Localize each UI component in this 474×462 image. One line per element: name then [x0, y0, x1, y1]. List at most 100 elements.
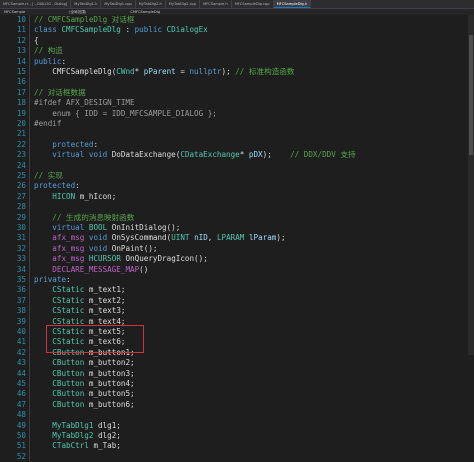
code-line[interactable]: 11 class CMFCSampleDlg : public CDialogEx: [0, 25, 474, 36]
code-token: CButton: [52, 379, 85, 388]
code-line[interactable]: 12 {: [0, 35, 474, 47]
file-tab[interactable]: MyTabDlg2.h: [136, 0, 166, 8]
code-token: private: [34, 275, 67, 284]
code-line[interactable]: 47 CButton m_button6;: [0, 399, 474, 411]
code-line[interactable]: 37 CStatic m_text2;: [0, 295, 474, 307]
code-token: CButton: [52, 389, 85, 399]
code-token: :: [61, 56, 67, 66]
highlight-box: [46, 325, 144, 353]
code-token: // DDX/DDV 支持: [290, 150, 356, 160]
code-token: public: [134, 25, 167, 35]
code-token: CButton: [52, 368, 85, 378]
code-line[interactable]: 52: [0, 451, 474, 462]
line-number: 34: [16, 264, 26, 274]
code-line[interactable]: 21: [0, 129, 474, 140]
code-line[interactable]: 43 CButton m_button2;: [0, 358, 474, 369]
fold-guide: [29, 451, 30, 462]
code-line[interactable]: 15 CMFCSampleDlg(CWnd* pParent = nullptr…: [0, 67, 474, 78]
file-tab[interactable]: MyTabDlg1.cpp: [101, 0, 136, 8]
code-line[interactable]: 19 enum { IDD = IDD_MFCSAMPLE_DIALOG };: [0, 108, 474, 119]
code-line[interactable]: 22 protected:: [0, 139, 474, 151]
code-token: CMFCSampleDlg(: [34, 67, 117, 76]
code-line[interactable]: 32 afx_msg void OnPaint();: [0, 243, 474, 255]
code-text: CButton m_button2;: [34, 358, 134, 368]
file-tab[interactable]: MyTabDlg1.h: [71, 0, 102, 8]
code-line[interactable]: 26 protected:: [0, 181, 474, 192]
scrollbar-thumb[interactable]: [469, 35, 473, 155]
code-text: CButton m_button3;: [34, 368, 134, 379]
code-token: CButton: [52, 399, 85, 409]
line-number: 43: [16, 358, 26, 368]
code-text: virtual BOOL OnInitDialog();: [34, 223, 180, 233]
code-line[interactable]: 38 CStatic m_text3;: [0, 306, 474, 317]
code-line[interactable]: 50 MyTabDlg2 dlg2;: [0, 431, 474, 442]
fold-guide: [29, 295, 30, 307]
code-text: // CMFCSampleDlg 对话框: [34, 15, 135, 25]
fold-guide: [29, 431, 30, 442]
code-text: MyTabDlg2 dlg2;: [34, 431, 121, 441]
line-number: 42: [16, 347, 26, 357]
code-line[interactable]: 14 public:: [0, 56, 474, 67]
fold-guide: [29, 399, 30, 411]
code-line[interactable]: 51 CTabCtrl m_Tab;: [0, 441, 474, 452]
code-line[interactable]: 44 CButton m_button3;: [0, 368, 474, 379]
code-line[interactable]: 28: [0, 202, 474, 213]
code-token: :: [75, 181, 80, 191]
file-tab[interactable]: MyTabDlg2.cpp: [166, 0, 201, 8]
file-tab[interactable]: MFCSample.rc - [...DIALOG - Dialog]: [0, 0, 72, 8]
code-line[interactable]: 17 // 对话框数据: [0, 87, 474, 99]
code-line[interactable]: 24: [0, 160, 474, 171]
file-tab[interactable]: MFCSample.h: [200, 0, 232, 8]
fold-guide: [29, 56, 30, 67]
fold-guide: [29, 285, 30, 296]
file-tab[interactable]: MFCSampleDlg.cpp: [232, 0, 274, 8]
vertical-scrollbar[interactable]: [468, 15, 474, 355]
line-number: 12: [16, 35, 26, 45]
line-number: 48: [16, 410, 26, 420]
code-line[interactable]: 48: [0, 410, 474, 421]
code-token: m_button6;: [84, 399, 135, 409]
code-line[interactable]: 30 virtual BOOL OnInitDialog();: [0, 223, 474, 234]
code-line[interactable]: 31 afx_msg void OnSysCommand(UINT nID, L…: [0, 233, 474, 244]
code-token: *: [134, 67, 144, 76]
file-tab[interactable]: MFCSampleDlg.h: [273, 0, 312, 8]
code-editor[interactable]: 10 // CMFCSampleDlg 对话框 11 class CMFCSample…: [0, 15, 474, 462]
code-token: CStatic: [52, 306, 85, 316]
code-line[interactable]: 49 MyTabDlg1 dlg1;: [0, 420, 474, 431]
code-text: virtual void DoDataExchange(CDataExchang…: [34, 150, 356, 160]
code-text: #ifdef AFX_DESIGN_TIME: [34, 98, 135, 108]
code-line[interactable]: 29 // 生成的消息映射函数: [0, 212, 474, 223]
code-line[interactable]: 36 CStatic m_text1;: [0, 285, 474, 296]
code-line[interactable]: 13 // 构造: [0, 46, 474, 57]
code-line[interactable]: 46 CButton m_button5;: [0, 389, 474, 400]
code-line[interactable]: 18 #ifdef AFX_DESIGN_TIME: [0, 98, 474, 109]
code-line[interactable]: 27 HICON m_hIcon;: [0, 191, 474, 203]
line-number: 21: [16, 129, 26, 139]
code-token: LPARAM: [216, 233, 245, 243]
fold-guide: [29, 243, 30, 255]
code-line[interactable]: 34 DECLARE_MESSAGE_MAP(): [0, 264, 474, 275]
code-token: pParent: [143, 67, 176, 76]
code-token: m_text2;: [84, 295, 126, 305]
line-number: 14: [16, 56, 26, 66]
code-line[interactable]: 25 // 实现: [0, 171, 474, 182]
code-line[interactable]: 33 afx_msg HCURSOR OnQueryDragIcon();: [0, 254, 474, 265]
line-number: 52: [16, 451, 26, 461]
code-line[interactable]: 35 private:: [0, 275, 474, 286]
line-number: 19: [16, 108, 26, 118]
line-number: 23: [16, 150, 26, 160]
fold-guide: [29, 119, 30, 130]
fold-guide: [29, 129, 30, 140]
code-line[interactable]: 10 // CMFCSampleDlg 对话框: [0, 15, 474, 26]
code-line[interactable]: 20 #endif: [0, 119, 474, 130]
code-line[interactable]: 45 CButton m_button4;: [0, 379, 474, 390]
code-line[interactable]: 23 virtual void DoDataExchange(CDataExch…: [0, 150, 474, 161]
code-line[interactable]: 16: [0, 77, 474, 88]
